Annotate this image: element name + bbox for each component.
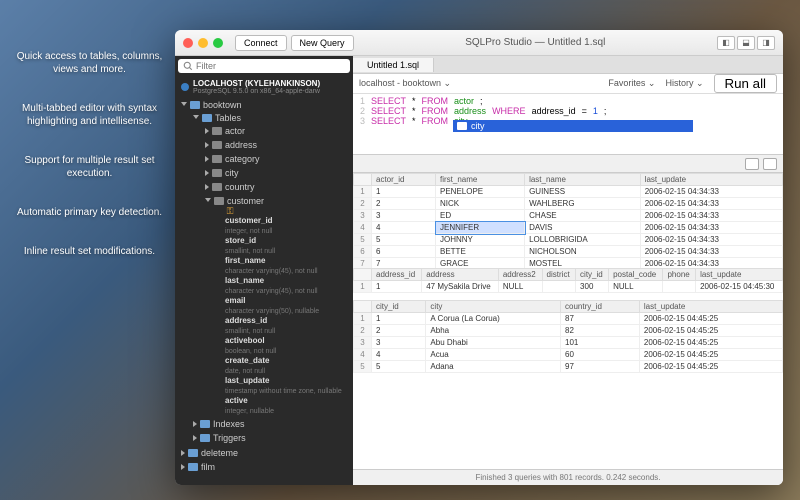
table-icon [212,155,222,163]
result-grid-3[interactable]: city_idcitycountry_idlast_update11A Coru… [353,300,783,469]
tables-folder[interactable]: Tables [191,112,353,124]
column-header[interactable]: postal_code [609,269,663,281]
table-icon [212,127,222,135]
zoom-icon[interactable] [213,38,223,48]
db-node[interactable]: booktown [179,99,353,111]
column-header[interactable]: city_id [576,269,609,281]
sidebar: LOCALHOST (KYLEHANKINSON)PostgreSQL 9.5.… [175,56,353,485]
window-title: SQLPro Studio — Untitled 1.sql [354,37,717,48]
table-node[interactable]: category [203,153,353,165]
new-query-button[interactable]: New Query [291,35,354,51]
feature-callouts: Quick access to tables, columns, views a… [12,50,167,284]
column-node[interactable]: emailcharacter varying(50), nullable [215,295,353,315]
results-panel: actor_idfirst_namelast_namelast_update11… [353,154,783,469]
panel-right-icon[interactable]: ◨ [757,36,775,50]
table-row[interactable]: 1147 MySakila DriveNULL300NULL2006-02-15… [354,281,783,293]
column-node[interactable]: store_idsmallint, not null [215,235,353,255]
folder-icon [200,420,210,428]
column-node[interactable]: last_updatetimestamp without time zone, … [215,375,353,395]
run-all-button[interactable]: Run all [714,74,778,93]
table-row[interactable]: 22Abha822006-02-15 04:45:25 [354,325,783,337]
table-icon [214,197,224,205]
status-bar: Finished 3 queries with 801 records. 0.2… [353,469,783,485]
copy-icon[interactable] [763,158,777,170]
column-header[interactable]: first_name [436,174,525,186]
table-row[interactable]: 11PENELOPEGUINESS2006-02-15 04:34:33 [354,186,783,198]
titlebar: ConnectNew Query SQLPro Studio — Untitle… [175,30,783,56]
triggers-folder[interactable]: Triggers [191,432,353,444]
result-grid-2[interactable]: address_idaddressaddress2districtcity_id… [353,268,783,300]
database-icon [188,463,198,471]
column-header[interactable]: country_id [561,301,640,313]
table-icon [457,122,467,130]
connection-status-icon [181,83,189,91]
close-icon[interactable] [183,38,193,48]
key-icon: ⚿ [225,207,235,215]
folder-icon [202,114,212,122]
column-node[interactable]: last_namecharacter varying(45), not null [215,275,353,295]
main-panel: Untitled 1.sql localhost - booktown ⌄ Fa… [353,56,783,485]
column-header[interactable]: city_id [372,301,426,313]
indexes-folder[interactable]: Indexes [191,418,353,430]
tab-bar[interactable]: Untitled 1.sql [353,56,783,74]
table-row[interactable]: 11A Corua (La Corua)872006-02-15 04:45:2… [354,313,783,325]
column-node[interactable]: activeinteger, nullable [215,395,353,415]
favorites-dropdown[interactable]: Favorites ⌄ [608,78,655,89]
table-row[interactable]: 44Acua602006-02-15 04:45:25 [354,349,783,361]
table-row[interactable]: 22NICKWAHLBERG2006-02-15 04:34:33 [354,198,783,210]
column-header[interactable]: phone [663,269,696,281]
column-header[interactable]: city [426,301,561,313]
database-icon [188,449,198,457]
column-header[interactable]: last_update [640,174,782,186]
column-header[interactable]: address2 [498,269,542,281]
app-window: ConnectNew Query SQLPro Studio — Untitle… [175,30,783,485]
table-node[interactable]: actor [203,125,353,137]
minimize-icon[interactable] [198,38,208,48]
database-icon [190,101,200,109]
table-row[interactable]: 66BETTENICHOLSON2006-02-15 04:34:33 [354,246,783,258]
context-dropdown[interactable]: localhost - booktown ⌄ [359,78,600,89]
table-row[interactable]: 77GRACEMOSTEL2006-02-15 04:34:33 [354,258,783,269]
table-node[interactable]: country [203,181,353,193]
traffic-lights[interactable] [183,38,223,48]
column-header[interactable]: actor_id [372,174,436,186]
editor-tab[interactable]: Untitled 1.sql [353,58,434,72]
table-row[interactable]: 44JENNIFERDAVIS2006-02-15 04:34:33 [354,222,783,234]
column-header[interactable]: address [422,269,499,281]
table-icon [212,169,222,177]
column-node[interactable]: create_datedate, not null [215,355,353,375]
connection-item[interactable]: LOCALHOST (KYLEHANKINSON)PostgreSQL 9.5.… [175,76,353,98]
table-row[interactable]: 55JOHNNYLOLLOBRIGIDA2006-02-15 04:34:33 [354,234,783,246]
table-icon [212,183,222,191]
db-node[interactable]: deleteme [179,447,353,459]
export-icon[interactable] [745,158,759,170]
column-node[interactable]: activeboolboolean, not null [215,335,353,355]
panel-bottom-icon[interactable]: ⬓ [737,36,755,50]
column-header[interactable]: last_update [639,301,782,313]
filter-input[interactable] [178,59,350,73]
table-node[interactable]: city [203,167,353,179]
history-dropdown[interactable]: History ⌄ [665,78,703,89]
result-grid-1[interactable]: actor_idfirst_namelast_namelast_update11… [353,173,783,268]
column-node[interactable]: ⚿ customer_idinteger, not null [215,207,353,235]
column-header[interactable]: address_id [372,269,422,281]
intellisense-popup[interactable]: city [453,120,693,132]
table-icon [212,141,222,149]
column-node[interactable]: address_idsmallint, not null [215,315,353,335]
folder-icon [200,434,210,442]
column-header[interactable]: district [542,269,576,281]
table-node[interactable]: address [203,139,353,151]
panel-left-icon[interactable]: ◧ [717,36,735,50]
table-row[interactable]: 33EDCHASE2006-02-15 04:34:33 [354,210,783,222]
table-row[interactable]: 33Abu Dhabi1012006-02-15 04:45:25 [354,337,783,349]
object-tree[interactable]: booktown Tables actor address category city… [175,98,353,485]
column-header[interactable]: last_update [696,269,783,281]
column-node[interactable]: first_namecharacter varying(45), not nul… [215,255,353,275]
connect-button[interactable]: Connect [235,35,287,51]
table-node[interactable]: customer [203,195,353,207]
db-node[interactable]: film [179,461,353,473]
table-row[interactable]: 55Adana972006-02-15 04:45:25 [354,361,783,373]
column-header[interactable]: last_name [525,174,641,186]
sql-editor[interactable]: 1SELECT * FROM actor; 2SELECT * FROM add… [353,94,783,154]
